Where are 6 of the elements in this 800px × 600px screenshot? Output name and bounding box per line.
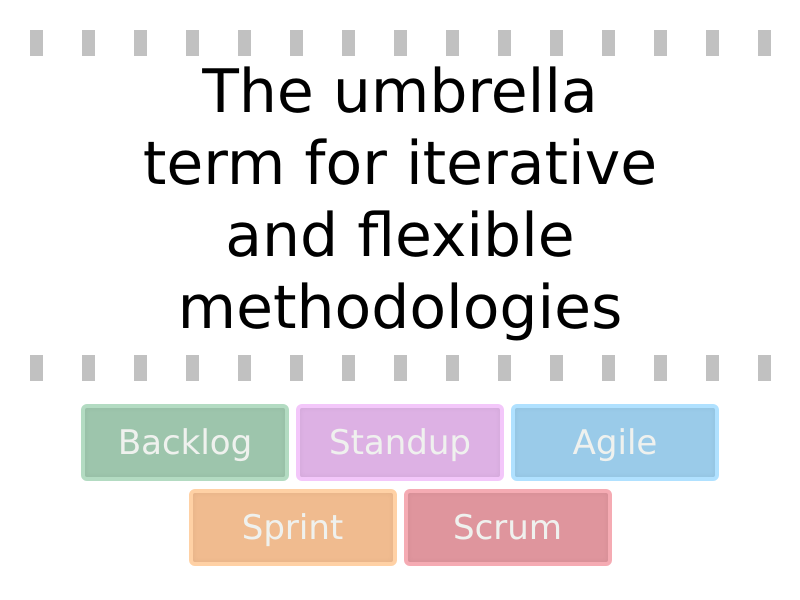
answer-button[interactable]: Standup (296, 404, 504, 481)
question-text: The umbrella term for iterative and flexible methodologies (142, 56, 658, 344)
answer-button[interactable]: Sprint (188, 489, 396, 566)
answer-button[interactable]: Scrum (404, 489, 612, 566)
answer-button[interactable]: Backlog (81, 404, 289, 481)
answer-button[interactable]: Agile (511, 404, 719, 481)
